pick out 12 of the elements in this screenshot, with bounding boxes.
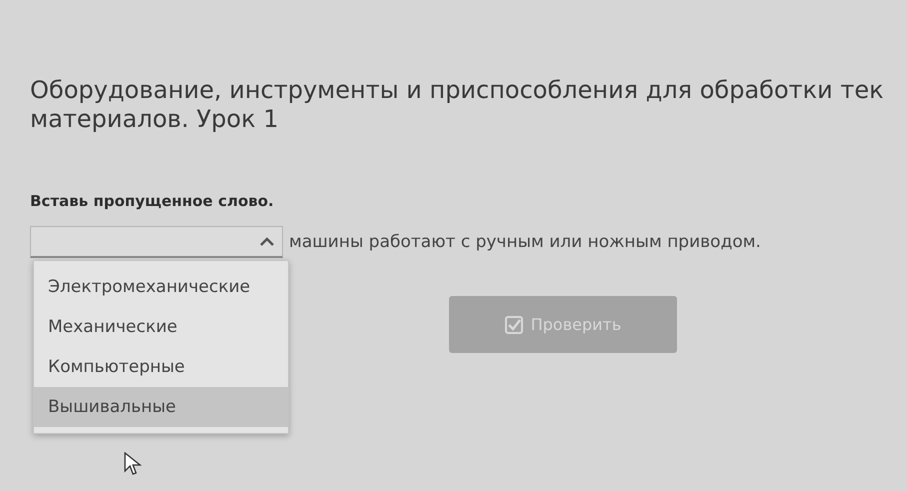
caret-icon [260,236,274,246]
dropdown-option[interactable]: Компьютерные [34,347,288,387]
sentence-text: машины работают с ручным или ножным приводом. [289,232,761,252]
page-title: материалов. Урок 1 [30,105,280,134]
dropdown-option[interactable]: Вышивальные [34,387,288,427]
dropdown-option[interactable]: Электромеханические [34,267,288,307]
page-title: Оборудование, инструменты и приспособления для обработки тек [30,76,885,105]
cursor-icon [124,452,142,476]
dropdown-option[interactable]: Механические [34,307,288,347]
instruction-text: Вставь пропущенное слово. [30,192,275,210]
checkbox-icon [504,316,523,334]
dropdown-field[interactable] [30,226,283,258]
